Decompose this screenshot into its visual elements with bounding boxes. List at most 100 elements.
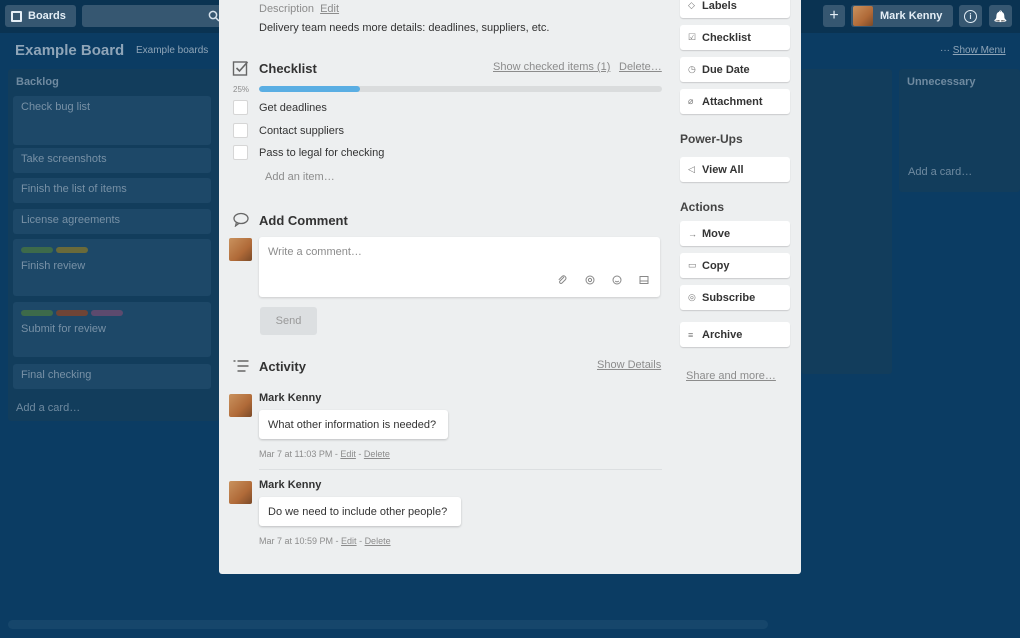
button-label: Copy — [702, 259, 730, 272]
due-date-button[interactable]: ◷ Due Date — [680, 57, 790, 82]
delete-comment-link[interactable]: Delete — [364, 449, 390, 459]
checklist-checkbox[interactable] — [233, 123, 248, 138]
comment-text: Do we need to include other people? — [268, 505, 448, 518]
label-green — [21, 310, 53, 316]
show-menu-link[interactable]: ··· Show Menu — [940, 45, 1006, 56]
list-partial — [801, 69, 892, 374]
card-title: Check bug list — [21, 101, 91, 113]
card-attach-icon[interactable] — [639, 275, 649, 285]
checklist-button[interactable]: ☑ Checklist — [680, 25, 790, 50]
list-unnecessary: Unnecessary Add a card… — [899, 69, 1020, 192]
label-red — [56, 310, 88, 316]
edit-comment-link[interactable]: Edit — [340, 449, 356, 459]
send-label: Send — [275, 315, 302, 327]
boards-label: Boards — [28, 10, 66, 22]
list-card[interactable]: Take screenshots — [13, 148, 211, 173]
card-title: Finish the list of items — [21, 183, 127, 195]
button-label: Archive — [702, 328, 743, 341]
label-yellow — [56, 247, 88, 253]
delete-checklist-link[interactable]: Delete… — [619, 61, 662, 73]
avatar — [229, 394, 252, 417]
list-card[interactable]: Finish review — [13, 239, 211, 296]
activity-time: Mar 7 at 11:03 PM — [259, 449, 333, 459]
checklist-item[interactable]: Contact suppliers — [259, 125, 344, 137]
paperclip-icon: ⌀ — [688, 96, 694, 106]
board-org[interactable]: Example boards — [136, 45, 208, 56]
plus-icon: + — [829, 7, 839, 24]
card-title: Finish review — [21, 260, 86, 272]
activity-comment: Do we need to include other people? — [259, 497, 461, 526]
list-card[interactable]: Final checking — [13, 364, 211, 389]
button-label: Labels — [702, 0, 737, 12]
description-label: Description — [259, 3, 315, 15]
board-title[interactable]: Example Board — [15, 42, 124, 59]
clock-icon: ◷ — [688, 64, 696, 74]
subscribe-button[interactable]: ◎ Subscribe — [680, 285, 790, 310]
add-comment-title: Add Comment — [259, 213, 348, 228]
checklist-title: Checklist — [259, 61, 317, 76]
activity-author[interactable]: Mark Kenny — [259, 392, 321, 404]
card-labels — [21, 244, 203, 256]
notifications-button[interactable]: 🔔 — [989, 5, 1012, 27]
checklist-progress-fill — [259, 86, 360, 92]
eye-icon: ◎ — [688, 292, 696, 302]
view-all-powerups-button[interactable]: ◁ View All — [680, 157, 790, 182]
info-button[interactable]: i — [959, 5, 982, 27]
info-icon: i — [964, 9, 977, 23]
description-edit-link[interactable]: Edit — [320, 3, 339, 15]
activity-meta: Mar 7 at 10:59 PM - Edit - Delete — [259, 536, 391, 546]
menu-dots-icon: ··· — [940, 45, 950, 56]
send-button[interactable]: Send — [260, 307, 317, 335]
comment-input[interactable]: Write a comment… — [259, 237, 660, 297]
checklist-progress-text: 25% — [233, 85, 250, 94]
add-checklist-item[interactable]: Add an item… — [265, 171, 335, 183]
share-and-more-link[interactable]: Share and more… — [686, 370, 776, 382]
labels-button[interactable]: ◇ Labels — [680, 0, 790, 18]
checklist-checkbox[interactable] — [233, 145, 248, 160]
archive-button[interactable]: ≡ Archive — [680, 322, 790, 347]
show-details-link[interactable]: Show Details — [597, 359, 661, 371]
description-header: Description Edit — [259, 3, 339, 15]
user-name: Mark Kenny — [880, 10, 943, 22]
show-menu-label: Show Menu — [952, 45, 1006, 56]
button-label: Subscribe — [702, 291, 756, 304]
add-card-link[interactable]: Add a card… — [16, 402, 80, 414]
emoji-icon[interactable] — [612, 275, 622, 285]
label-green — [21, 247, 53, 253]
card-labels — [21, 307, 203, 319]
search-input[interactable] — [82, 5, 224, 27]
list-card[interactable]: License agreements — [13, 209, 211, 234]
checklist-icon — [232, 61, 249, 76]
horizontal-scrollbar[interactable] — [8, 620, 768, 629]
checklist-item[interactable]: Pass to legal for checking — [259, 147, 384, 159]
attachment-icon[interactable] — [557, 275, 567, 285]
copy-button[interactable]: ▭ Copy — [680, 253, 790, 278]
card-title: Submit for review — [21, 323, 106, 335]
user-menu-button[interactable]: Mark Kenny — [851, 5, 953, 27]
add-card-link[interactable]: Add a card… — [908, 166, 972, 178]
boards-icon — [11, 10, 22, 22]
list-card[interactable]: Check bug list — [13, 96, 211, 145]
mention-icon[interactable] — [585, 275, 595, 285]
move-button[interactable]: → Move — [680, 221, 790, 246]
activity-meta: Mar 7 at 11:03 PM - Edit - Delete — [259, 449, 390, 459]
checklist-item[interactable]: Get deadlines — [259, 102, 327, 114]
list-card[interactable]: Submit for review — [13, 302, 211, 357]
edit-comment-link[interactable]: Edit — [341, 536, 357, 546]
list-title: Unnecessary — [907, 76, 976, 88]
show-checked-items-link[interactable]: Show checked items (1) — [493, 61, 610, 73]
archive-icon: ≡ — [688, 329, 694, 340]
card-title: Take screenshots — [21, 153, 107, 165]
checkbox-icon: ☑ — [688, 32, 697, 42]
bell-icon: 🔔 — [993, 10, 1008, 23]
label-purple — [91, 310, 123, 316]
list-card[interactable]: Finish the list of items — [13, 178, 211, 203]
delete-comment-link[interactable]: Delete — [365, 536, 391, 546]
card-detail-modal: Description Edit Delivery team needs mor… — [219, 0, 801, 574]
boards-button[interactable]: Boards — [5, 5, 76, 27]
button-label: View All — [702, 163, 744, 176]
add-button[interactable]: + — [823, 5, 845, 27]
checklist-checkbox[interactable] — [233, 100, 248, 115]
activity-author[interactable]: Mark Kenny — [259, 479, 321, 491]
attachment-button[interactable]: ⌀ Attachment — [680, 89, 790, 114]
